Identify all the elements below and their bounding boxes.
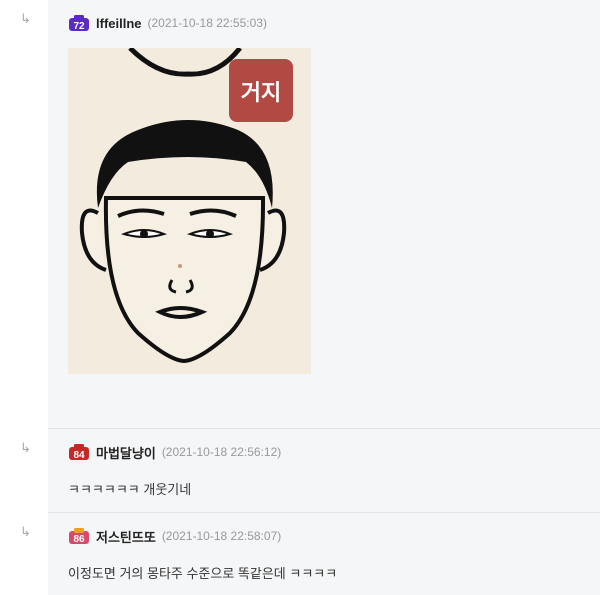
nickname-link[interactable]: lffeillne <box>96 16 142 31</box>
level-badge-icon: 86 <box>68 527 90 545</box>
comment-item: ↳ 84 마법달냥이 (2021-10-18 22:56:12) ㅋㅋㅋㅋㅋㅋ … <box>0 429 600 513</box>
comment-header: 84 마법달냥이 (2021-10-18 22:56:12) <box>68 442 281 462</box>
level-badge-icon: 84 <box>68 443 90 461</box>
image-tag-label: 거지 <box>229 59 293 122</box>
nickname-link[interactable]: 마법달냥이 <box>96 443 156 462</box>
comment-timestamp: (2021-10-18 22:58:07) <box>161 529 282 543</box>
comment-item: ↳ 86 저스틴뜨또 (2021-10-18 22:58:07) 이정도면 거의… <box>0 513 600 595</box>
comment-timestamp: (2021-10-18 22:55:03) <box>147 16 267 30</box>
attached-image[interactable]: 거지 <box>68 48 311 374</box>
comment-text: 이정도면 거의 몽타주 수준으로 똑같은데 ㅋㅋㅋㅋ <box>68 566 338 581</box>
reply-gutter: ↳ <box>0 429 48 513</box>
nickname-link[interactable]: 저스틴뜨또 <box>96 527 156 546</box>
comment-item: ↳ 72 lffeillne (2021-10-18 22:55:03) 거지 <box>0 0 600 428</box>
level-number: 86 <box>73 534 85 545</box>
level-badge-icon: 72 <box>68 14 90 32</box>
comment-timestamp: (2021-10-18 22:56:12) <box>161 445 282 459</box>
reply-arrow-icon: ↳ <box>20 12 31 27</box>
comment-header: 72 lffeillne (2021-10-18 22:55:03) <box>68 13 267 33</box>
reply-gutter: ↳ <box>0 513 48 595</box>
reply-arrow-icon: ↳ <box>20 441 31 456</box>
level-number: 84 <box>73 450 85 461</box>
comment-text: ㅋㅋㅋㅋㅋㅋ 개웃기네 <box>68 482 192 497</box>
level-number: 72 <box>73 21 85 32</box>
comment-header: 86 저스틴뜨또 (2021-10-18 22:58:07) <box>68 526 281 546</box>
reply-gutter: ↳ <box>0 0 48 428</box>
reply-arrow-icon: ↳ <box>20 525 31 540</box>
